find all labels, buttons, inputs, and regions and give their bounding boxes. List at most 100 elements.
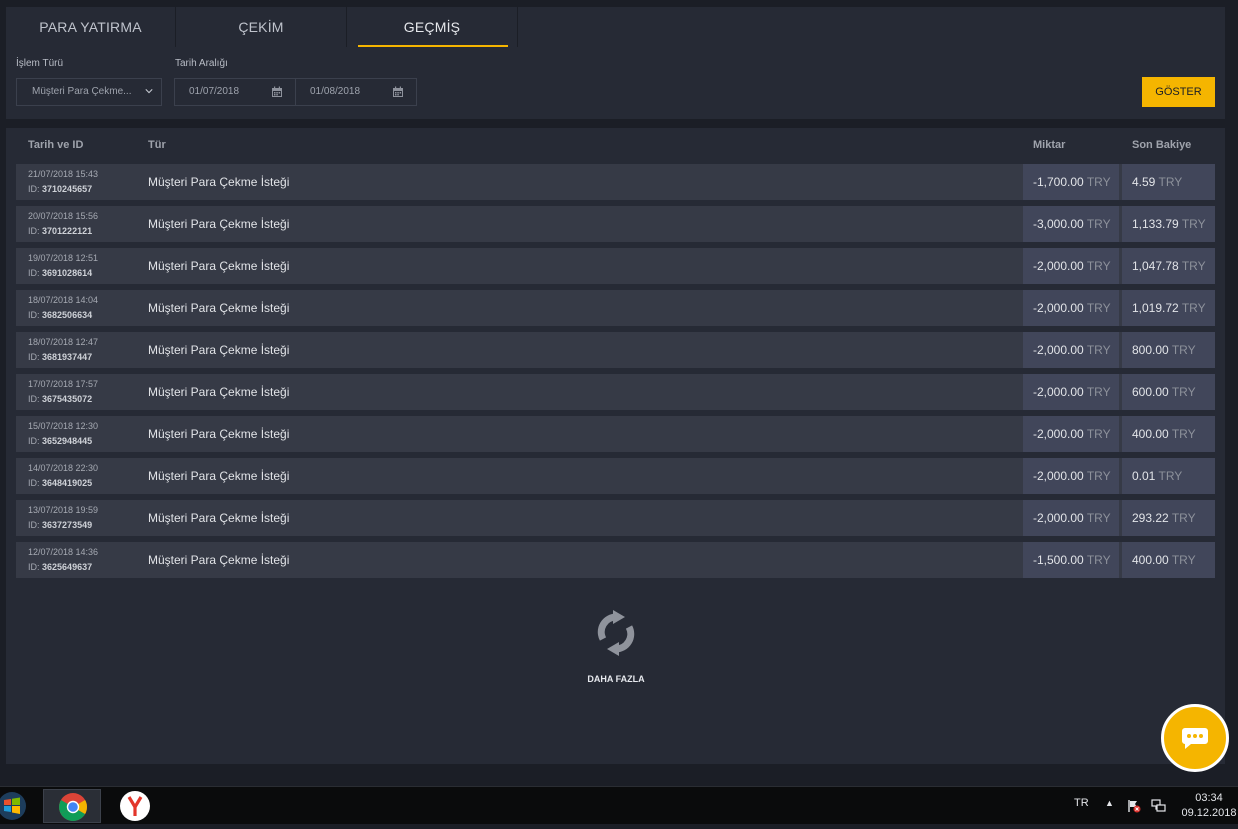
row-amount: -2,000.00 TRY — [1023, 290, 1119, 326]
row-id: ID: 3691028614 — [28, 268, 92, 278]
table-row[interactable]: 17/07/2018 17:57 ID: 3675435072 Müşteri Pa… — [16, 374, 1215, 410]
row-balance: 1,133.79 TRY — [1122, 206, 1215, 242]
row-id-prefix: ID: — [28, 394, 40, 404]
row-balance-currency: TRY — [1171, 385, 1196, 399]
row-id-prefix: ID: — [28, 352, 40, 362]
chat-button[interactable] — [1161, 704, 1229, 772]
row-amount-value: -1,500.00 — [1033, 553, 1084, 567]
calendar-icon — [393, 86, 403, 97]
row-id-prefix: ID: — [28, 184, 40, 194]
table-row[interactable]: 18/07/2018 12:47 ID: 3681937447 Müşteri Pa… — [16, 332, 1215, 368]
table-row[interactable]: 14/07/2018 22:30 ID: 3648419025 Müşteri Pa… — [16, 458, 1215, 494]
row-type: Müşteri Para Çekme İsteği — [148, 427, 290, 441]
system-clock[interactable]: 03:34 09.12.2018 — [1180, 791, 1238, 821]
row-id: ID: 3675435072 — [28, 394, 92, 404]
flag-icon[interactable] — [1127, 799, 1141, 813]
row-id: ID: 3625649637 — [28, 562, 92, 572]
language-indicator[interactable]: TR — [1074, 797, 1089, 809]
row-balance-value: 400.00 — [1132, 553, 1169, 567]
row-amount: -2,000.00 TRY — [1023, 248, 1119, 284]
row-id: ID: 3681937447 — [28, 352, 92, 362]
row-id-value: 3710245657 — [42, 184, 93, 194]
row-amount-value: -2,000.00 — [1033, 259, 1084, 273]
table-row[interactable]: 18/07/2018 14:04 ID: 3682506634 Müşteri Pa… — [16, 290, 1215, 326]
row-balance-currency: TRY — [1181, 259, 1206, 273]
tab-cekim[interactable]: ÇEKİM — [176, 7, 347, 47]
row-type: Müşteri Para Çekme İsteği — [148, 385, 290, 399]
row-date: 21/07/2018 15:43 — [28, 169, 99, 179]
row-id-value: 3691028614 — [42, 268, 93, 278]
date-to-input[interactable]: 01/08/2018 — [295, 78, 417, 106]
row-amount: -2,000.00 TRY — [1023, 332, 1119, 368]
tray-expand-icon[interactable]: ▲ — [1105, 798, 1114, 808]
row-balance-currency: TRY — [1171, 343, 1196, 357]
transaction-type-select[interactable]: Müşteri Para Çekme... — [16, 78, 162, 106]
row-date: 17/07/2018 17:57 — [28, 379, 99, 389]
load-more-button[interactable]: DAHA FAZLA — [581, 608, 651, 684]
row-balance-value: 0.01 — [1132, 469, 1156, 483]
row-date: 18/07/2018 12:47 — [28, 337, 99, 347]
chevron-down-icon — [145, 89, 153, 94]
windows-start-icon — [0, 792, 26, 820]
row-type: Müşteri Para Çekme İsteği — [148, 217, 290, 231]
row-amount-value: -2,000.00 — [1033, 343, 1084, 357]
row-amount: -2,000.00 TRY — [1023, 416, 1119, 452]
row-balance-value: 400.00 — [1132, 427, 1169, 441]
windows-taskbar: TR ▲ 03:34 09.12.2018 — [0, 786, 1238, 824]
row-date: 15/07/2018 12:30 — [28, 421, 99, 431]
row-balance-currency: TRY — [1171, 553, 1196, 567]
row-type: Müşteri Para Çekme İsteği — [148, 469, 290, 483]
row-id-value: 3701222121 — [42, 226, 93, 236]
table-row[interactable]: 13/07/2018 19:59 ID: 3637273549 Müşteri Pa… — [16, 500, 1215, 536]
row-id-prefix: ID: — [28, 436, 40, 446]
row-amount-currency: TRY — [1086, 343, 1111, 357]
row-id-value: 3648419025 — [42, 478, 93, 488]
row-amount: -1,700.00 TRY — [1023, 164, 1119, 200]
refresh-icon — [597, 610, 635, 656]
row-id-value: 3675435072 — [42, 394, 93, 404]
calendar-icon — [272, 86, 282, 97]
date-from-input[interactable]: 01/07/2018 — [174, 78, 296, 106]
table-row[interactable]: 12/07/2018 14:36 ID: 3625649637 Müşteri Pa… — [16, 542, 1215, 578]
row-id-value: 3652948445 — [42, 436, 93, 446]
row-amount-currency: TRY — [1086, 259, 1111, 273]
row-type: Müşteri Para Çekme İsteği — [148, 553, 290, 567]
taskbar-yandex[interactable] — [106, 789, 164, 823]
row-balance-value: 800.00 — [1132, 343, 1169, 357]
row-amount: -2,000.00 TRY — [1023, 458, 1119, 494]
row-date: 13/07/2018 19:59 — [28, 505, 99, 515]
network-icon[interactable] — [1151, 799, 1167, 813]
table-row[interactable]: 20/07/2018 15:56 ID: 3701222121 Müşteri Pa… — [16, 206, 1215, 242]
show-button[interactable]: GÖSTER — [1142, 77, 1215, 107]
row-amount-value: -1,700.00 — [1033, 175, 1084, 189]
row-amount: -2,000.00 TRY — [1023, 500, 1119, 536]
windows-start-button[interactable] — [0, 789, 34, 823]
row-amount-value: -2,000.00 — [1033, 427, 1084, 441]
row-balance-value: 4.59 — [1132, 175, 1156, 189]
row-balance-currency: TRY — [1158, 469, 1183, 483]
row-amount-currency: TRY — [1086, 553, 1111, 567]
row-balance: 1,019.72 TRY — [1122, 290, 1215, 326]
taskbar-chrome[interactable] — [43, 789, 101, 823]
row-id-value: 3681937447 — [42, 352, 93, 362]
app-window: PARA YATIRMA ÇEKİM GEÇMİŞ İşlem Türü Müş… — [0, 0, 1238, 786]
row-balance-value: 293.22 — [1132, 511, 1169, 525]
row-balance-currency: TRY — [1181, 217, 1206, 231]
row-id-value: 3625649637 — [42, 562, 93, 572]
table-row[interactable]: 15/07/2018 12:30 ID: 3652948445 Müşteri Pa… — [16, 416, 1215, 452]
header-type: Tür — [148, 139, 166, 151]
table-row[interactable]: 21/07/2018 15:43 ID: 3710245657 Müşteri Pa… — [16, 164, 1215, 200]
transaction-type-label: İşlem Türü — [16, 58, 64, 69]
row-balance: 0.01 TRY — [1122, 458, 1215, 494]
header-date-id: Tarih ve ID — [28, 139, 84, 151]
row-amount: -2,000.00 TRY — [1023, 374, 1119, 410]
table-header: Tarih ve ID Tür Miktar Son Bakiye — [16, 137, 1215, 155]
table-row[interactable]: 19/07/2018 12:51 ID: 3691028614 Müşteri Pa… — [16, 248, 1215, 284]
row-amount-currency: TRY — [1086, 469, 1111, 483]
row-balance-value: 1,047.78 — [1132, 259, 1179, 273]
row-id-prefix: ID: — [28, 268, 40, 278]
row-id-prefix: ID: — [28, 562, 40, 572]
row-id-prefix: ID: — [28, 310, 40, 320]
tab-gecmis[interactable]: GEÇMİŞ — [347, 7, 518, 47]
tab-para-yatirma[interactable]: PARA YATIRMA — [6, 7, 176, 47]
